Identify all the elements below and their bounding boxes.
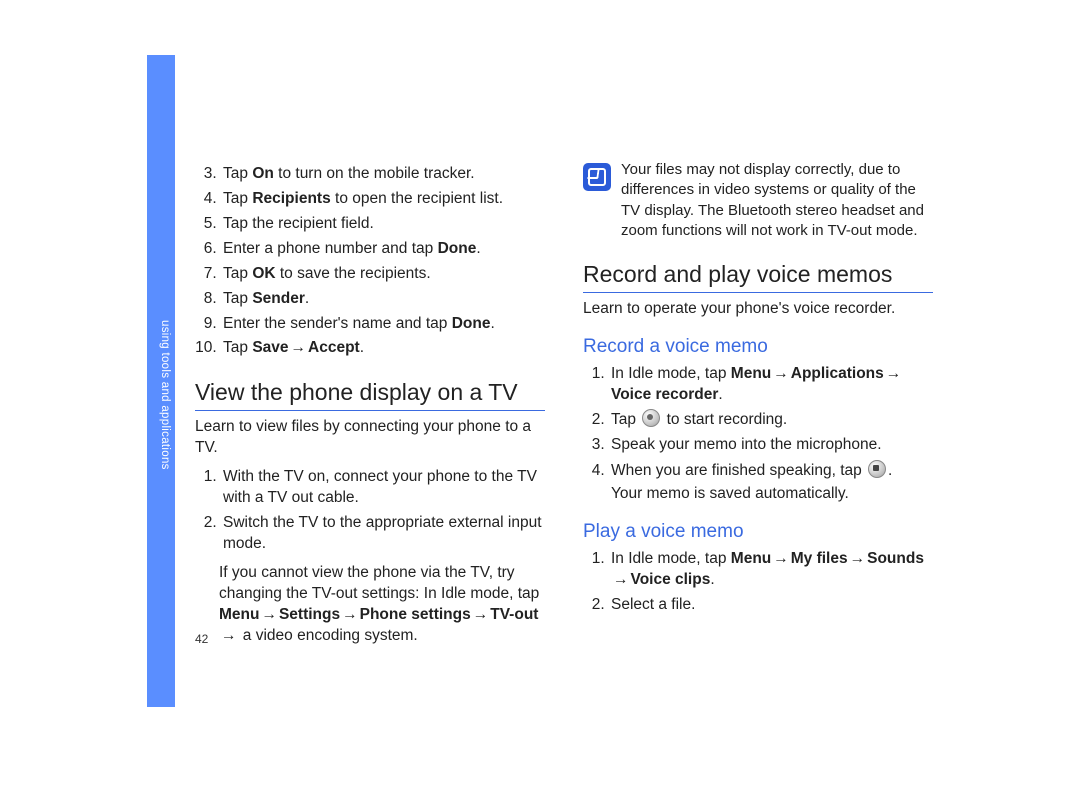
note-icon: [583, 163, 611, 191]
stop-button-icon: [868, 460, 886, 478]
step-3: Tap On to turn on the mobile tracker.: [221, 164, 545, 185]
play-steps: In Idle mode, tap Menu→My files→Sounds→V…: [583, 549, 933, 616]
intro-voice: Learn to operate your phone's voice reco…: [583, 299, 933, 320]
record-step-4: When you are finished speaking, tap . Yo…: [609, 460, 933, 505]
play-step-2: Select a file.: [609, 595, 933, 616]
note-text: Your files may not display correctly, du…: [621, 160, 933, 241]
right-column: Your files may not display correctly, du…: [583, 160, 933, 651]
step-8: Tap Sender.: [221, 289, 545, 310]
step-7: Tap OK to save the recipients.: [221, 264, 545, 285]
tv-steps: With the TV on, connect your phone to th…: [195, 467, 545, 555]
subheading-play: Play a voice memo: [583, 519, 933, 545]
step-9: Enter the sender's name and tap Done.: [221, 314, 545, 335]
subheading-record: Record a voice memo: [583, 334, 933, 360]
step-5: Tap the recipient field.: [221, 214, 545, 235]
tv-note: If you cannot view the phone via the TV,…: [219, 563, 545, 647]
play-step-1: In Idle mode, tap Menu→My files→Sounds→V…: [609, 549, 933, 591]
content-columns: Tap On to turn on the mobile tracker. Ta…: [195, 160, 955, 651]
note-box: Your files may not display correctly, du…: [583, 160, 933, 241]
tv-step-2: Switch the TV to the appropriate externa…: [221, 513, 545, 555]
heading-view-tv: View the phone display on a TV: [195, 377, 545, 411]
record-step-3: Speak your memo into the microphone.: [609, 435, 933, 456]
mobile-tracker-steps: Tap On to turn on the mobile tracker. Ta…: [195, 164, 545, 359]
intro-view-tv: Learn to view files by connecting your p…: [195, 417, 545, 459]
manual-page: using tools and applications Tap On to t…: [0, 0, 1080, 808]
left-column: Tap On to turn on the mobile tracker. Ta…: [195, 160, 545, 651]
heading-voice-memos: Record and play voice memos: [583, 259, 933, 293]
section-tab-label: using tools and applications: [151, 320, 171, 470]
record-step-4-sub: Your memo is saved automatically.: [611, 484, 933, 505]
record-step-1: In Idle mode, tap Menu→Applications→Voic…: [609, 364, 933, 406]
record-steps: In Idle mode, tap Menu→Applications→Voic…: [583, 364, 933, 506]
record-step-2: Tap to start recording.: [609, 409, 933, 431]
record-button-icon: [642, 409, 660, 427]
tv-step-1: With the TV on, connect your phone to th…: [221, 467, 545, 509]
step-6: Enter a phone number and tap Done.: [221, 239, 545, 260]
page-number: 42: [195, 632, 208, 646]
step-4: Tap Recipients to open the recipient lis…: [221, 189, 545, 210]
step-10: Tap Save→Accept.: [221, 338, 545, 359]
